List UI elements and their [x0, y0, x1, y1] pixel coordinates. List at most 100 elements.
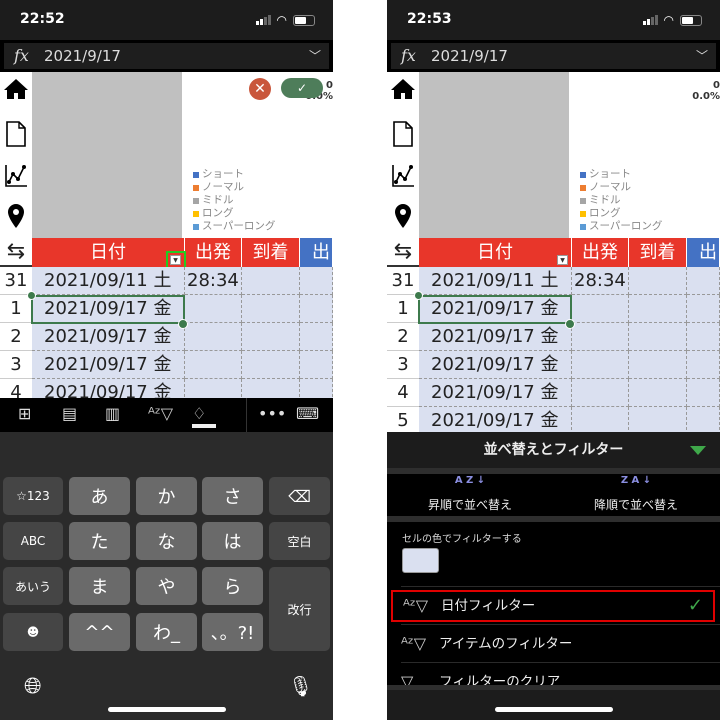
header-out[interactable]: 出: [687, 238, 720, 267]
collapse-panel-icon[interactable]: [690, 446, 706, 455]
microphone-icon[interactable]: 🎙︎: [288, 674, 313, 698]
chart-icon[interactable]: [391, 162, 415, 190]
header-departure[interactable]: 出発: [185, 238, 242, 267]
sort-ascending-button[interactable]: A Z ↓ 昇順で並べ替え: [387, 476, 553, 516]
header-date[interactable]: 日付: [32, 238, 185, 267]
selection-handle[interactable]: [178, 319, 188, 329]
cell-arrival[interactable]: [242, 267, 300, 295]
key[interactable]: た: [69, 522, 130, 560]
sort-descending-button[interactable]: Z A ↓ 降順で並べ替え: [553, 476, 719, 516]
cell-arrival[interactable]: [629, 379, 687, 407]
cell-arrival[interactable]: [629, 323, 687, 351]
more-icon[interactable]: •••: [258, 404, 286, 423]
key[interactable]: さ: [202, 477, 263, 515]
document-icon[interactable]: [4, 120, 28, 148]
filter-dropdown-button[interactable]: ▼: [557, 255, 568, 265]
cell-out[interactable]: [687, 351, 720, 379]
globe-icon[interactable]: 🌐︎: [24, 674, 42, 699]
location-pin-icon[interactable]: [391, 202, 415, 230]
key[interactable]: か: [136, 477, 197, 515]
freeze-panes-icon[interactable]: ⊞: [18, 404, 31, 423]
cell-departure[interactable]: 28:34: [185, 267, 242, 295]
location-pin-icon[interactable]: [4, 202, 28, 230]
cell-arrival[interactable]: [242, 351, 300, 379]
row-number[interactable]: 31: [0, 267, 32, 295]
cell-arrival[interactable]: [629, 351, 687, 379]
cell-date[interactable]: 2021/09/17 金: [419, 407, 572, 435]
key[interactable]: は: [202, 522, 263, 560]
key[interactable]: ☆123: [3, 477, 63, 515]
chevron-down-icon[interactable]: ﹀: [696, 47, 708, 64]
home-icon[interactable]: [4, 75, 28, 103]
cell-arrival[interactable]: [242, 323, 300, 351]
delete-key[interactable]: ⌫: [269, 477, 330, 515]
key[interactable]: わ_: [136, 613, 197, 651]
selection-handle[interactable]: [414, 291, 423, 300]
home-icon[interactable]: [391, 75, 415, 103]
cell-date[interactable]: 2021/09/17 金: [419, 351, 572, 379]
key[interactable]: 、。?!: [202, 613, 263, 651]
cell-out[interactable]: [687, 379, 720, 407]
cell-departure[interactable]: 28:34: [572, 267, 629, 295]
row-number[interactable]: 2: [387, 323, 419, 351]
space-key[interactable]: 空白: [269, 522, 330, 560]
cell-departure[interactable]: [572, 407, 629, 435]
formula-value[interactable]: 2021/9/17: [431, 47, 508, 65]
cell-date[interactable]: 2021/09/11 土: [32, 267, 185, 295]
fill-color-icon[interactable]: ♢: [192, 404, 206, 423]
filter-menu-item[interactable]: ᴬᶻ▽ 日付フィルター ✓: [391, 590, 715, 622]
cell-date[interactable]: 2021/09/17 金: [32, 323, 185, 351]
keyboard-icon[interactable]: ⌨: [296, 404, 319, 423]
sheets-icon[interactable]: ▤: [62, 404, 77, 423]
cell-out[interactable]: [300, 295, 333, 323]
cell-departure[interactable]: [185, 323, 242, 351]
cell-date[interactable]: 2021/09/17 金: [32, 351, 185, 379]
sort-filter-icon[interactable]: ᴬᶻ▽: [148, 404, 173, 423]
row-number[interactable]: 1: [387, 295, 419, 323]
key[interactable]: あいう: [3, 567, 63, 605]
cell-out[interactable]: [300, 323, 333, 351]
cancel-edit-button[interactable]: ✕: [249, 78, 271, 100]
cell-departure[interactable]: [185, 351, 242, 379]
selection-handle[interactable]: [27, 291, 36, 300]
cell-out[interactable]: [687, 323, 720, 351]
cell-out[interactable]: [687, 295, 720, 323]
document-icon[interactable]: [391, 120, 415, 148]
insert-row-icon[interactable]: ▥: [105, 404, 120, 423]
row-number[interactable]: 3: [0, 351, 32, 379]
row-number[interactable]: 1: [0, 295, 32, 323]
header-arrival[interactable]: 到着: [242, 238, 300, 267]
header-out[interactable]: 出: [300, 238, 333, 267]
key[interactable]: や: [136, 567, 197, 605]
emoji-key[interactable]: ☻: [3, 613, 63, 651]
selection-handle[interactable]: [565, 319, 575, 329]
row-number[interactable]: 2: [0, 323, 32, 351]
chevron-down-icon[interactable]: ﹀: [309, 47, 321, 64]
row-number[interactable]: 3: [387, 351, 419, 379]
row-number[interactable]: 4: [387, 379, 419, 407]
cell-out[interactable]: [687, 407, 720, 435]
cell-arrival[interactable]: [242, 295, 300, 323]
cell-departure[interactable]: [572, 323, 629, 351]
header-date[interactable]: 日付: [419, 238, 572, 267]
swap-icon[interactable]: ⇆: [387, 238, 419, 267]
cell-date[interactable]: 2021/09/11 土: [419, 267, 572, 295]
row-number[interactable]: 5: [387, 407, 419, 435]
return-key[interactable]: 改行: [269, 567, 330, 651]
key[interactable]: ま: [69, 567, 130, 605]
header-departure[interactable]: 出発: [572, 238, 629, 267]
formula-input[interactable]: fx 2021/9/17 ﹀: [391, 43, 716, 69]
key[interactable]: ら: [202, 567, 263, 605]
header-arrival[interactable]: 到着: [629, 238, 687, 267]
cell-date[interactable]: 2021/09/17 金: [419, 323, 572, 351]
cell-departure[interactable]: [572, 379, 629, 407]
cell-date[interactable]: 2021/09/17 金: [419, 379, 572, 407]
filter-menu-item[interactable]: ᴬᶻ▽ アイテムのフィルター: [391, 628, 715, 660]
chart-icon[interactable]: [4, 162, 28, 190]
key[interactable]: あ: [69, 477, 130, 515]
swap-icon[interactable]: ⇆: [0, 238, 32, 267]
cell-arrival[interactable]: [629, 295, 687, 323]
key[interactable]: ^^: [69, 613, 130, 651]
cell-out[interactable]: [687, 267, 720, 295]
key[interactable]: ABC: [3, 522, 63, 560]
